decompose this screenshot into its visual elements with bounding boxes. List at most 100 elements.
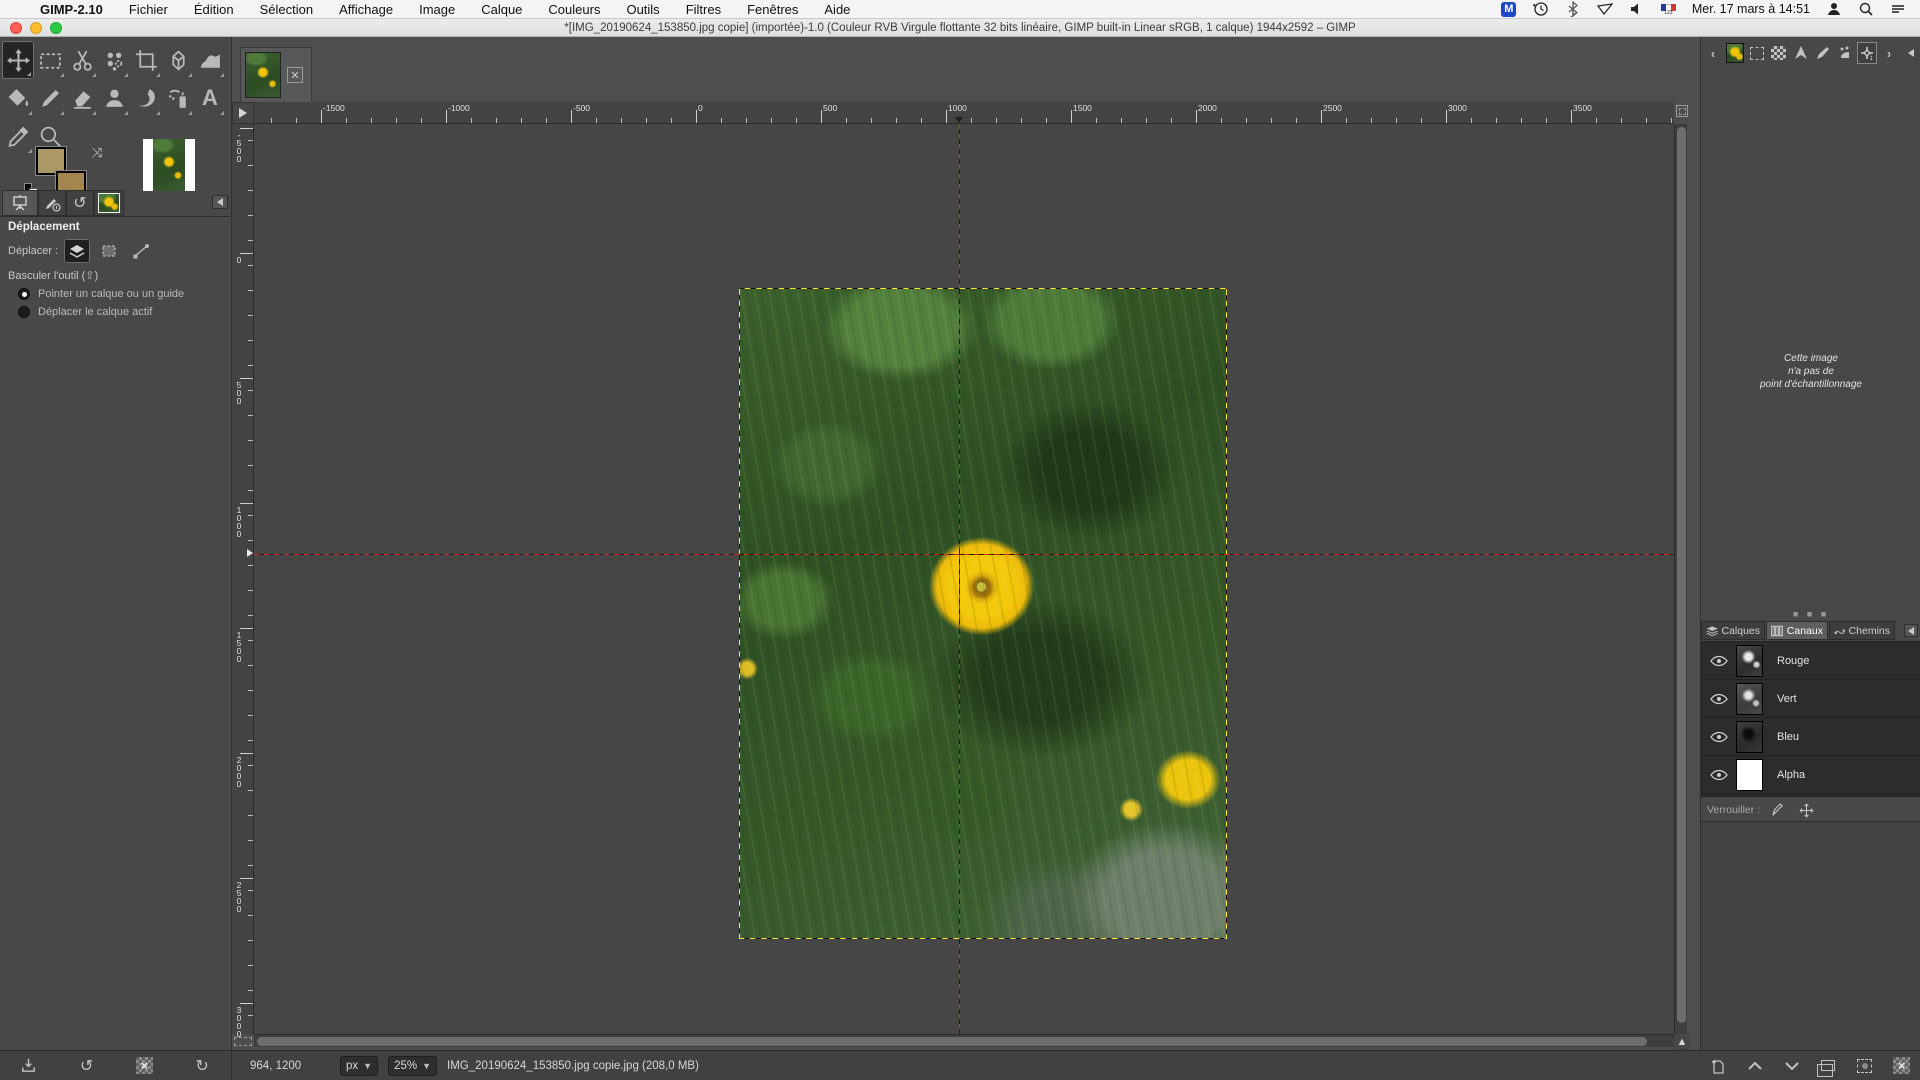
tool-select-by-color[interactable] (98, 41, 130, 79)
image-viewport[interactable] (254, 124, 1674, 1034)
menu-edition[interactable]: Édition (194, 2, 234, 17)
zoom-window-button[interactable] (50, 22, 62, 34)
image-tab[interactable]: ✕ (240, 47, 312, 103)
tool-clone[interactable] (98, 79, 130, 117)
horizontal-guide-marker[interactable] (247, 549, 253, 557)
vertical-scrollbar-thumb[interactable] (1677, 127, 1686, 1023)
channel-row-alpha[interactable]: Alpha (1702, 756, 1920, 794)
photo-buttercup[interactable] (740, 289, 1226, 938)
horizontal-ruler[interactable]: -1500 -1000 -500 0 500 1000 1500 2000 25… (254, 102, 1674, 124)
dock-tab-sample-points[interactable]: 1 (1857, 42, 1877, 64)
save-preset-button[interactable] (18, 1055, 40, 1077)
keyboard-layout-fr-icon[interactable]: 123 (1661, 4, 1676, 15)
close-image-icon[interactable]: ✕ (287, 67, 303, 83)
zoom-dropdown[interactable]: 25%▼ (388, 1056, 437, 1076)
tab-tool-options[interactable] (2, 190, 38, 216)
channel-to-selection-button[interactable] (1854, 1055, 1876, 1077)
dock-tab-selection[interactable] (1747, 42, 1767, 64)
channels-menu-icon[interactable] (1904, 624, 1918, 637)
dock-splitter-handle[interactable]: ■ ■ ■ (1701, 609, 1920, 619)
move-target-path-button[interactable] (128, 239, 154, 263)
eye-icon[interactable] (1702, 693, 1736, 705)
vertical-ruler[interactable]: -500 0 500 1000 1500 2000 2500 3000 (232, 124, 254, 1034)
dock-tab-colors[interactable] (1835, 42, 1855, 64)
dock-tab-patterns[interactable] (1769, 42, 1789, 64)
lock-pixels-icon[interactable] (1770, 803, 1785, 818)
tab-image-thumbnail[interactable] (94, 190, 124, 216)
eye-icon[interactable] (1702, 731, 1736, 743)
reset-tool-button[interactable]: ↻ (191, 1055, 213, 1077)
menu-fichier[interactable]: Fichier (129, 2, 168, 17)
vertical-guide-marker[interactable] (955, 117, 963, 123)
tool-unified-transform[interactable] (162, 41, 194, 79)
tool-rectangle-select[interactable] (34, 41, 66, 79)
zoom-follow-window-button[interactable] (1676, 105, 1688, 117)
move-target-selection-button[interactable] (96, 239, 122, 263)
horizontal-scrollbar-thumb[interactable] (257, 1037, 1647, 1046)
tab-canaux[interactable]: Canaux (1766, 621, 1828, 640)
tool-smudge[interactable] (130, 79, 162, 117)
tab-chemins[interactable]: Chemins (1829, 621, 1895, 640)
tool-bucket-fill[interactable] (2, 79, 34, 117)
new-channel-button[interactable] (1707, 1055, 1729, 1077)
move-target-layer-button[interactable] (64, 239, 90, 263)
quick-mask-button[interactable] (234, 1037, 252, 1046)
dock-tab-image[interactable] (1725, 42, 1745, 64)
menu-filtres[interactable]: Filtres (686, 2, 721, 17)
menu-fenetres[interactable]: Fenêtres (747, 2, 798, 17)
menu-calque[interactable]: Calque (481, 2, 522, 17)
eye-icon[interactable] (1702, 769, 1736, 781)
chevron-right-icon[interactable]: › (1879, 42, 1899, 64)
delete-channel-button[interactable]: × (1891, 1055, 1913, 1077)
airdrop-icon[interactable] (1597, 1, 1613, 17)
tool-move[interactable] (2, 41, 34, 79)
duplicate-channel-button[interactable] (1817, 1055, 1839, 1077)
user-icon[interactable] (1826, 1, 1842, 17)
restore-preset-button[interactable]: ↺ (76, 1055, 98, 1077)
tool-paintbrush[interactable] (34, 79, 66, 117)
horizontal-guide[interactable] (254, 554, 1674, 555)
bluetooth-icon[interactable] (1565, 1, 1581, 17)
radio-move-active-layer[interactable]: Déplacer le calque actif (18, 306, 230, 318)
tool-eraser[interactable] (66, 79, 98, 117)
app-menu[interactable]: GIMP-2.10 (40, 2, 103, 17)
horizontal-scrollbar[interactable] (254, 1034, 1674, 1047)
volume-icon[interactable] (1629, 1, 1645, 17)
delete-preset-button[interactable]: × (133, 1055, 155, 1077)
unit-dropdown[interactable]: px▼ (340, 1056, 378, 1076)
menubar-clock[interactable]: Mer. 17 mars à 14:51 (1692, 2, 1810, 16)
tab-device-status[interactable] (38, 190, 66, 216)
menu-couleurs[interactable]: Couleurs (548, 2, 600, 17)
tool-airbrush[interactable] (162, 79, 194, 117)
spotlight-icon[interactable] (1858, 1, 1874, 17)
vertical-guide[interactable] (959, 124, 960, 1034)
notification-center-icon[interactable] (1890, 1, 1906, 17)
menu-outils[interactable]: Outils (626, 2, 659, 17)
channel-row-rouge[interactable]: Rouge (1702, 642, 1920, 680)
tool-warp-transform[interactable] (194, 41, 226, 79)
navigation-button[interactable]: ▲ (1674, 1034, 1690, 1050)
window-titlebar[interactable]: *[IMG_20190624_153850.jpg copie] (import… (0, 19, 1920, 37)
tool-color-picker[interactable] (2, 117, 34, 155)
tool-scissors-select[interactable] (66, 41, 98, 79)
tool-text[interactable]: A (194, 79, 226, 117)
swap-colors-icon[interactable]: ⤨ (92, 145, 102, 161)
tab-undo-history[interactable]: ↺ (66, 190, 94, 216)
active-image-preview[interactable] (143, 139, 195, 191)
dock-tab-brush[interactable] (1813, 42, 1833, 64)
time-machine-icon[interactable] (1533, 1, 1549, 17)
tab-calques[interactable]: Calques (1701, 621, 1765, 640)
eye-icon[interactable] (1702, 655, 1736, 667)
lower-channel-button[interactable] (1781, 1055, 1803, 1077)
channel-row-bleu[interactable]: Bleu (1702, 718, 1920, 756)
radio-pick-layer-guide[interactable]: Pointer un calque ou un guide (18, 288, 230, 300)
malwarebytes-icon[interactable]: M (1501, 1, 1517, 17)
menu-affichage[interactable]: Affichage (339, 2, 393, 17)
dock-menu-icon[interactable] (1901, 42, 1920, 64)
tool-crop[interactable] (130, 41, 162, 79)
minimize-window-button[interactable] (30, 22, 42, 34)
chevron-left-icon[interactable]: ‹ (1703, 42, 1723, 64)
vertical-scrollbar[interactable] (1674, 124, 1687, 1034)
menu-image[interactable]: Image (419, 2, 455, 17)
dock-tab-pointer[interactable] (1791, 42, 1811, 64)
